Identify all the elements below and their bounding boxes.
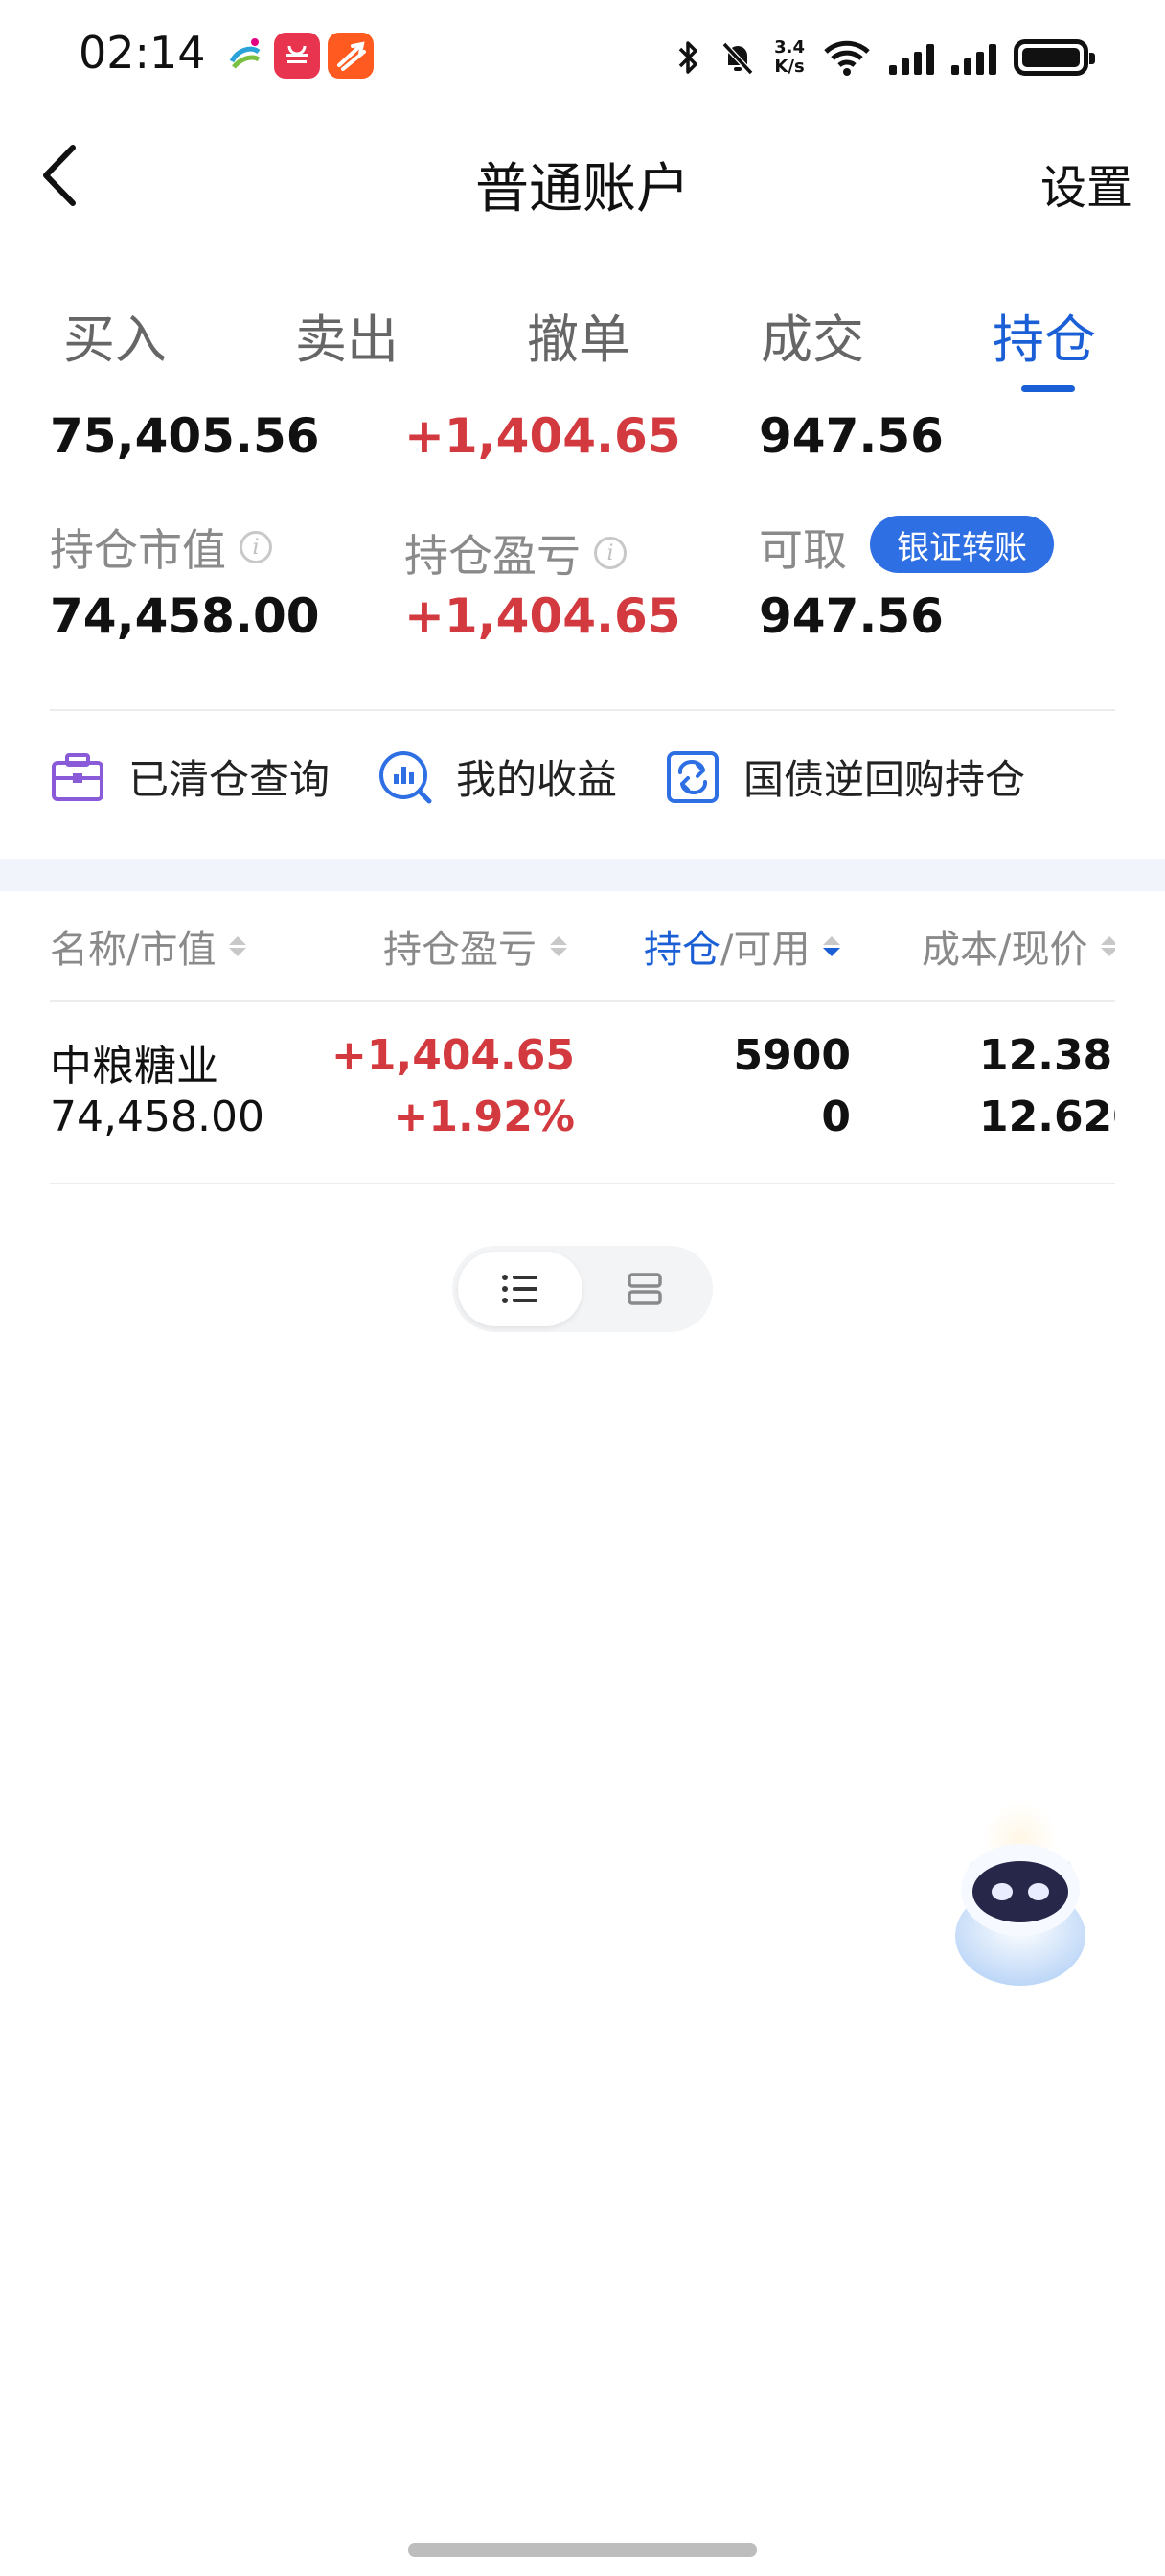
sort-icon (823, 935, 841, 956)
signal-icon (889, 40, 934, 75)
page: 02:14 3.4 K/s 普通账户 设置 买入 卖出 撤单 成交 持仓 75,… (0, 0, 1165, 2576)
nav-bar: 普通账户 设置 (0, 125, 1165, 230)
trade-tabs: 买入 卖出 撤单 成交 持仓 (0, 288, 1165, 393)
flight-app-icon (328, 33, 374, 79)
market-value: 74,458.00 (50, 588, 320, 644)
shortcut-label: 已清仓查询 (128, 756, 331, 803)
position-pnl-label: 持仓盈亏 i (404, 521, 627, 585)
sort-icon (550, 935, 567, 956)
assistant-robot-button[interactable] (939, 1802, 1102, 1993)
tab-sell[interactable]: 卖出 (295, 297, 399, 373)
shortcut-label: 我的收益 (456, 756, 618, 803)
position-pnl-label-text: 持仓盈亏 (404, 530, 581, 582)
mute-icon (721, 41, 754, 76)
briefcase-icon (50, 749, 105, 805)
available-funds: 947.56 (759, 408, 944, 464)
list-icon (502, 1275, 537, 1303)
status-right-group: 3.4 K/s (676, 31, 1095, 84)
earnings-chart-icon (377, 749, 433, 805)
column-header-position[interactable]: 持仓/可用 (644, 918, 841, 974)
settings-button[interactable]: 设置 (1040, 150, 1132, 217)
stock-pnl: +1,404.65 (331, 1031, 575, 1080)
list-view-button[interactable] (458, 1252, 582, 1326)
status-bar: 02:14 3.4 K/s (0, 0, 1165, 115)
info-icon[interactable]: i (240, 531, 272, 564)
withdrawable-label: 可取 (759, 516, 847, 579)
divider (50, 1183, 1115, 1184)
wifi-icon (824, 40, 870, 76)
info-icon[interactable]: i (594, 537, 627, 569)
stock-market-value: 74,458.00 (50, 1092, 264, 1141)
column-header-cost-label: 成本/现价 (922, 928, 1088, 972)
cleared-positions-shortcut[interactable]: 已清仓查询 (50, 748, 330, 806)
card-icon (628, 1273, 662, 1305)
column-header-position-active: 持仓 (644, 928, 720, 972)
app-gallery-icon (274, 33, 320, 79)
stock-position: 5900 (733, 1031, 851, 1080)
column-header-cost[interactable]: 成本/现价 (922, 918, 1115, 974)
column-header-pnl-label: 持仓盈亏 (383, 928, 537, 972)
column-header-name-label: 名称/市值 (50, 928, 217, 972)
battery-icon (1014, 39, 1095, 76)
tab-buy[interactable]: 买入 (63, 297, 167, 373)
stock-cost: 12.382 (979, 1031, 1115, 1080)
withdrawable-label-text: 可取 (759, 524, 847, 576)
cost-price-clip: 12.382 12.620 (958, 1031, 1115, 1146)
shortcut-label: 国债逆回购持仓 (743, 756, 1026, 803)
china-mobile-icon (222, 33, 268, 79)
bank-transfer-button[interactable]: 银证转账 (870, 516, 1054, 573)
status-time: 02:14 (79, 27, 206, 79)
section-separator (0, 859, 1165, 891)
page-title: 普通账户 (475, 158, 690, 220)
bluetooth-icon (678, 41, 697, 74)
stock-name: 中粮糖业 (50, 1042, 218, 1091)
net-speed-unit: K/s (774, 57, 805, 77)
stock-available: 0 (821, 1092, 851, 1141)
column-header-pnl[interactable]: 持仓盈亏 (383, 918, 567, 974)
net-speed: 3.4 K/s (774, 38, 805, 77)
tab-positions[interactable]: 持仓 (993, 297, 1096, 373)
reverse-repo-shortcut[interactable]: 国债逆回购持仓 (665, 748, 1025, 806)
stock-pnl-pct: +1.92% (393, 1092, 575, 1141)
robot-assistant-icon (955, 1802, 1085, 1986)
home-indicator[interactable] (408, 2543, 757, 2557)
withdrawable-value: 947.56 (759, 588, 944, 644)
total-assets: 75,405.56 (50, 408, 320, 464)
column-header-position-rest: /可用 (720, 928, 811, 972)
view-toggle (452, 1246, 713, 1332)
divider (50, 1000, 1115, 1002)
net-speed-value: 3.4 (774, 37, 805, 58)
market-value-label-text: 持仓市值 (50, 524, 226, 576)
signal-icon (951, 40, 996, 75)
active-tab-indicator (1021, 385, 1075, 392)
card-view-button[interactable] (582, 1252, 707, 1326)
sort-icon (229, 935, 247, 956)
column-header-name[interactable]: 名称/市值 (50, 918, 247, 974)
position-pnl: +1,404.65 (404, 588, 681, 644)
tab-cancel[interactable]: 撤单 (527, 297, 630, 373)
repo-cycle-icon (665, 749, 720, 805)
stock-price: 12.620 (979, 1092, 1115, 1141)
my-earnings-shortcut[interactable]: 我的收益 (377, 748, 617, 806)
sort-icon (1101, 935, 1115, 956)
total-pnl: +1,404.65 (404, 408, 681, 464)
market-value-label: 持仓市值 i (50, 516, 272, 579)
divider (50, 709, 1115, 711)
tab-deals[interactable]: 成交 (761, 297, 864, 373)
